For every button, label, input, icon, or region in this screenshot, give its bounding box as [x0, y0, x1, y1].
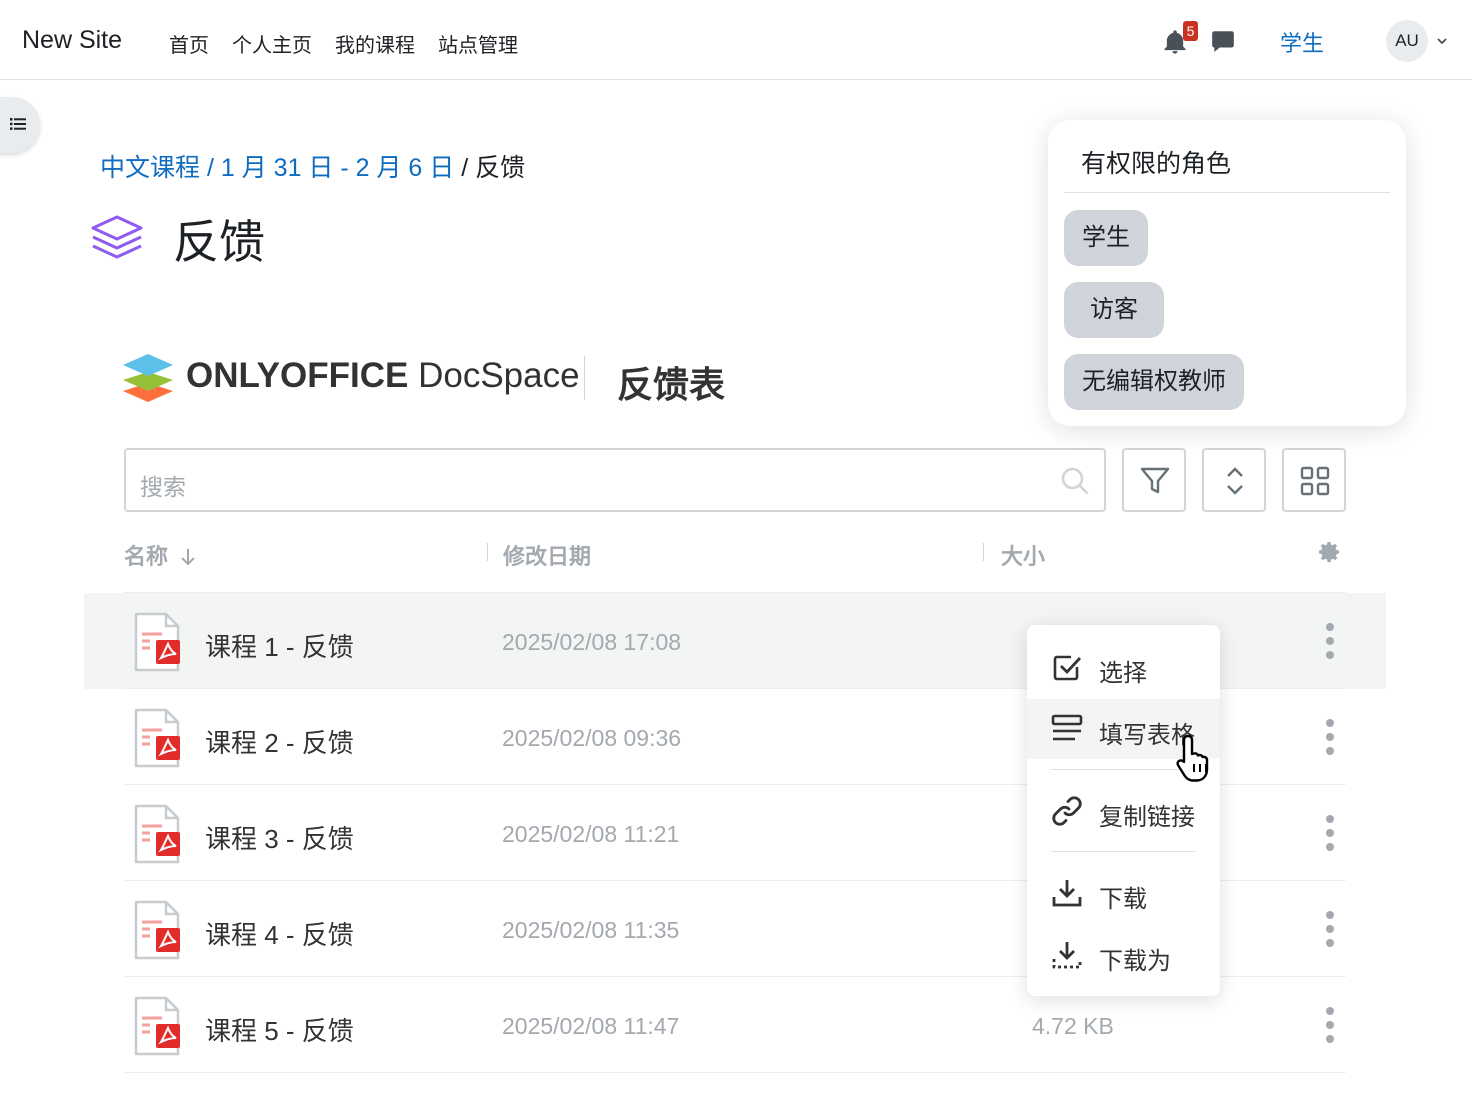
- role-chip-noneditingteacher: 无编辑权教师: [1064, 354, 1244, 410]
- filter-icon: [1140, 467, 1170, 494]
- menu-item-download[interactable]: 下载: [1027, 863, 1220, 923]
- avatar[interactable]: AU: [1386, 20, 1428, 62]
- view-toggle-button[interactable]: [1282, 448, 1346, 512]
- nav-home[interactable]: 首页: [169, 29, 209, 58]
- file-name[interactable]: 课程 1 - 反馈: [205, 627, 354, 664]
- file-name[interactable]: 课程 5 - 反馈: [205, 1011, 354, 1048]
- site-name[interactable]: New Site: [22, 26, 122, 55]
- menu-label: 下载: [1099, 886, 1147, 913]
- download-icon: [1052, 880, 1082, 907]
- popover-title: 有权限的角色: [1081, 150, 1232, 178]
- menu-label: 复制链接: [1099, 804, 1195, 831]
- breadcrumb-separator: /: [206, 154, 214, 182]
- file-modified-date: 2025/02/08 09:36: [502, 725, 682, 751]
- nav-my-courses[interactable]: 我的课程: [335, 29, 415, 58]
- role-chip-student: 学生: [1064, 210, 1148, 266]
- pdf-file-icon: [134, 996, 180, 1061]
- arrow-down-icon: [181, 549, 195, 566]
- gear-icon[interactable]: [1318, 540, 1342, 564]
- download-as-icon: [1052, 942, 1082, 969]
- breadcrumb: 中文课程 / 1 月 31 日 - 2 月 6 日 / 反馈: [100, 148, 525, 184]
- breadcrumb-section[interactable]: 1 月 31 日 - 2 月 6 日: [221, 154, 454, 182]
- nav-site-admin[interactable]: 站点管理: [438, 29, 518, 58]
- file-name[interactable]: 课程 2 - 反馈: [205, 723, 354, 760]
- chevron-down-icon[interactable]: [1436, 35, 1448, 47]
- menu-item-download-as[interactable]: 下载为: [1027, 925, 1220, 985]
- file-name[interactable]: 课程 4 - 反馈: [205, 915, 354, 952]
- search-placeholder: 搜索: [140, 474, 186, 500]
- breadcrumb-current: 反馈: [475, 154, 526, 182]
- checkbox-icon: [1053, 655, 1082, 681]
- file-name[interactable]: 课程 3 - 反馈: [205, 819, 354, 856]
- current-role-link[interactable]: 学生: [1280, 26, 1324, 58]
- breadcrumb-course[interactable]: 中文课程: [100, 154, 200, 182]
- brand-bold: ONLYOFFICE: [186, 356, 409, 395]
- brand-light: DocSpace: [418, 356, 580, 395]
- search-icon[interactable]: [1060, 466, 1090, 496]
- popover-divider: [1064, 192, 1390, 193]
- permitted-roles-popover: 有权限的角色 学生 访客 无编辑权教师: [1048, 120, 1406, 426]
- pdf-file-icon: [134, 612, 180, 677]
- sort-button[interactable]: [1202, 448, 1266, 512]
- menu-item-copy-link[interactable]: 复制链接: [1027, 781, 1220, 841]
- column-resizer[interactable]: [487, 543, 488, 561]
- hand-pointer-cursor-icon: [1176, 734, 1209, 782]
- column-size-header[interactable]: 大小: [1001, 539, 1045, 571]
- pdf-file-icon: [134, 900, 180, 965]
- onlyoffice-brand: ONLYOFFICE DocSpace: [186, 356, 580, 396]
- primary-nav: 首页 个人主页 我的课程 站点管理: [169, 29, 541, 58]
- file-size: 4.72 KB: [1032, 1013, 1114, 1039]
- role-chip-guest: 访客: [1064, 282, 1164, 338]
- room-title: 反馈表: [617, 364, 726, 405]
- brand-divider: [584, 356, 585, 400]
- column-resizer[interactable]: [983, 543, 984, 561]
- column-modified-header[interactable]: 修改日期: [503, 539, 591, 571]
- link-icon: [1052, 796, 1082, 826]
- page-title: 反馈: [173, 216, 265, 268]
- top-navbar: New Site 首页 个人主页 我的课程 站点管理 5 学生 AU: [0, 0, 1472, 80]
- breadcrumb-separator: /: [461, 154, 469, 182]
- pdf-file-icon: [134, 708, 180, 773]
- list-icon: [10, 118, 26, 130]
- file-modified-date: 2025/02/08 11:35: [502, 917, 680, 943]
- nav-dashboard[interactable]: 个人主页: [232, 29, 312, 58]
- menu-item-select[interactable]: 选择: [1027, 637, 1220, 697]
- file-modified-date: 2025/02/08 17:08: [502, 629, 682, 655]
- column-name-label: 名称: [124, 544, 169, 569]
- messages-icon[interactable]: [1210, 28, 1236, 54]
- layers-icon: [91, 215, 143, 259]
- notification-badge: 5: [1183, 21, 1198, 41]
- filter-button[interactable]: [1122, 448, 1186, 512]
- grid-view-icon: [1300, 466, 1330, 496]
- more-options-icon[interactable]: [1322, 719, 1338, 755]
- file-context-menu: 选择 填写表格 复制链接 下载 下载为: [1027, 625, 1220, 996]
- more-options-icon[interactable]: [1322, 815, 1338, 851]
- menu-label: 选择: [1099, 660, 1147, 687]
- menu-divider: [1051, 851, 1196, 852]
- file-modified-date: 2025/02/08 11:21: [502, 821, 680, 847]
- column-name-header[interactable]: 名称: [124, 539, 196, 571]
- menu-label: 下载为: [1099, 948, 1171, 975]
- pdf-file-icon: [134, 804, 180, 869]
- row-divider: [124, 1072, 1346, 1073]
- sort-icon: [1227, 467, 1243, 495]
- onlyoffice-logo-icon: [123, 354, 173, 402]
- more-options-icon[interactable]: [1322, 623, 1338, 659]
- more-options-icon[interactable]: [1322, 1007, 1338, 1043]
- course-index-toggle[interactable]: [0, 97, 40, 153]
- form-fill-icon: [1051, 714, 1083, 741]
- more-options-icon[interactable]: [1322, 911, 1338, 947]
- file-modified-date: 2025/02/08 11:47: [502, 1013, 680, 1039]
- search-input[interactable]: 搜索: [124, 448, 1106, 512]
- menu-divider: [1051, 769, 1196, 770]
